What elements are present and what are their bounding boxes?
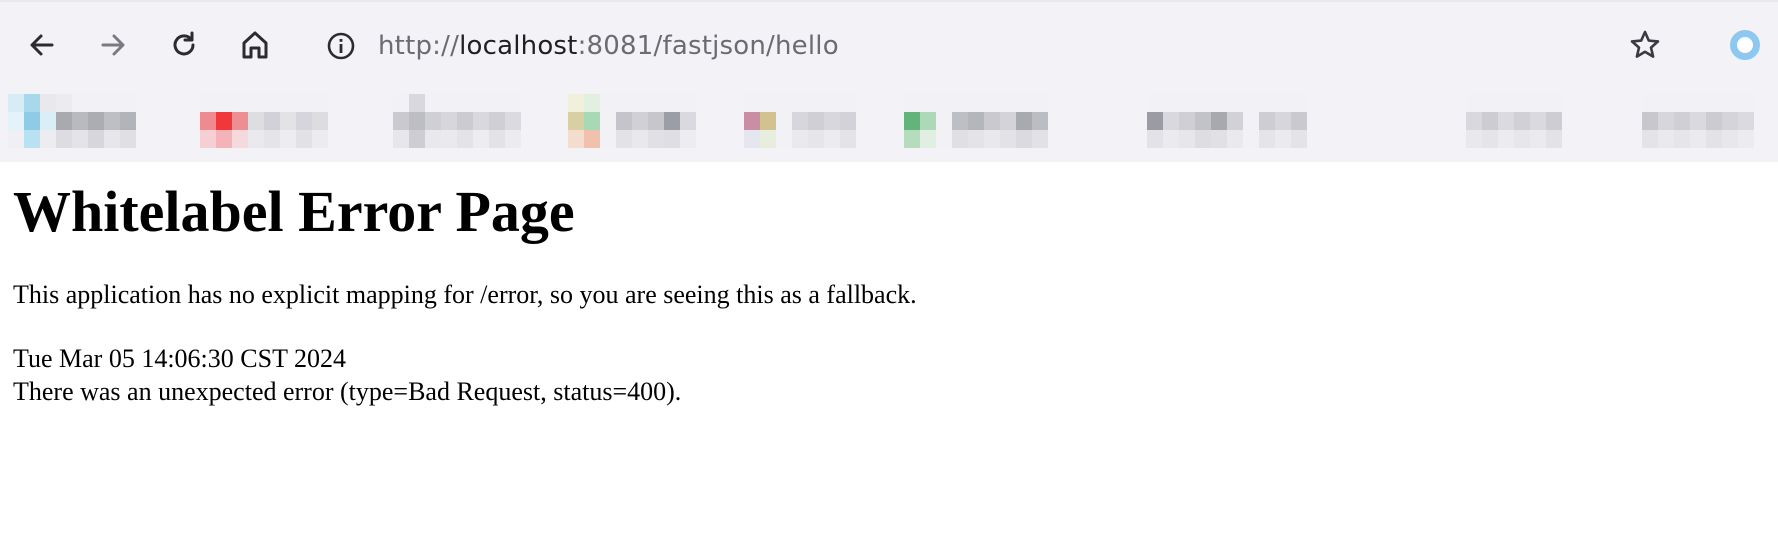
arrow-right-icon <box>99 31 127 59</box>
home-button[interactable] <box>240 30 270 60</box>
bookmark-item[interactable] <box>1466 94 1562 148</box>
page-title: Whitelabel Error Page <box>13 179 575 244</box>
bookmark-item[interactable] <box>1147 94 1307 148</box>
arrow-left-icon <box>28 31 56 59</box>
bookmark-item[interactable] <box>904 94 1048 148</box>
error-timestamp: Tue Mar 05 14:06:30 CST 2024 <box>13 344 346 373</box>
star-icon <box>1629 29 1661 61</box>
browser-chrome: http://localhost:8081/fastjson/hello <box>0 0 1778 162</box>
bookmark-item[interactable] <box>568 94 696 148</box>
profile-button[interactable] <box>1730 30 1760 60</box>
profile-ring-icon <box>1729 29 1761 61</box>
info-icon[interactable] <box>326 31 356 61</box>
forward-button[interactable] <box>98 30 128 60</box>
reload-icon <box>169 30 199 60</box>
bookmark-item[interactable] <box>200 94 328 148</box>
address-bar[interactable]: http://localhost:8081/fastjson/hello <box>326 26 839 66</box>
error-description: This application has no explicit mapping… <box>13 280 917 309</box>
back-button[interactable] <box>27 30 57 60</box>
reload-button[interactable] <box>169 30 199 60</box>
url-text[interactable]: http://localhost:8081/fastjson/hello <box>378 31 839 61</box>
error-message: There was an unexpected error (type=Bad … <box>13 377 682 406</box>
bookmarks-bar <box>0 94 1778 148</box>
url-scheme: http:// <box>378 31 460 61</box>
bookmark-item[interactable] <box>744 94 856 148</box>
home-icon <box>240 30 270 60</box>
url-path: :8081/fastjson/hello <box>577 31 839 61</box>
bookmark-item[interactable] <box>393 94 521 148</box>
error-page: Whitelabel Error Page This application h… <box>13 162 1753 408</box>
bookmark-item[interactable] <box>1642 94 1754 148</box>
error-details: Tue Mar 05 14:06:30 CST 2024 There was a… <box>13 342 1753 408</box>
url-host: localhost <box>459 31 578 61</box>
browser-toolbar: http://localhost:8081/fastjson/hello <box>0 2 1778 94</box>
bookmark-button[interactable] <box>1630 30 1660 60</box>
bookmark-item[interactable] <box>8 94 136 148</box>
